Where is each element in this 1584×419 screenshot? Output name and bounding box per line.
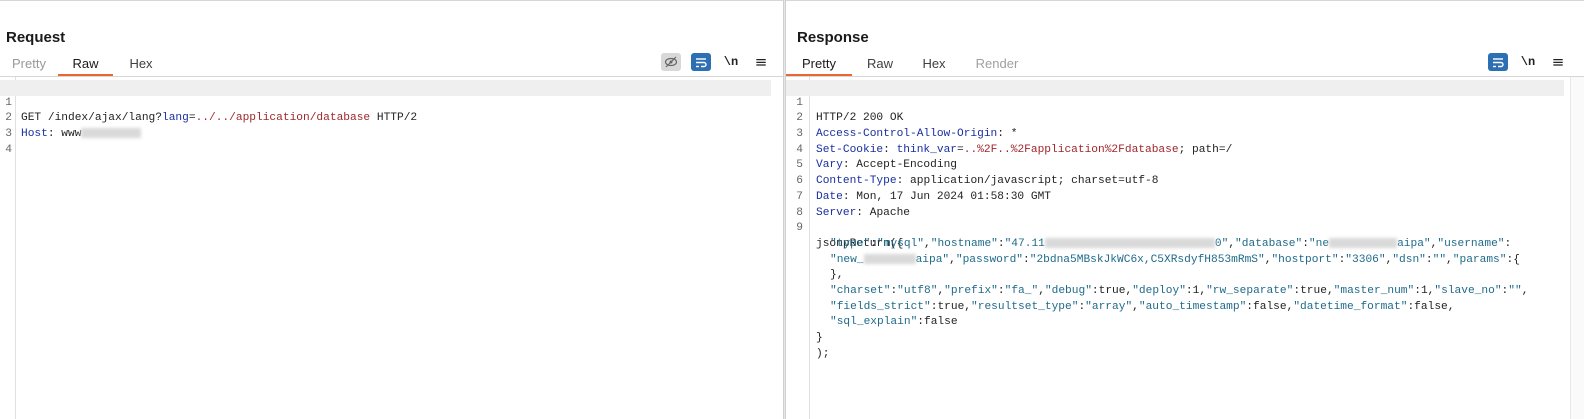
request-line: 2 Host: www — [0, 96, 783, 140]
show-newlines-button[interactable]: \n — [1518, 53, 1538, 71]
response-line: "sql_explain":false — [830, 316, 958, 329]
hide-nonprintable-button[interactable] — [661, 53, 681, 71]
tab-render[interactable]: Render — [960, 53, 1034, 76]
response-pane: Response Pretty Raw Hex Render \n ≡ 1 HT… — [786, 0, 1584, 419]
response-editor[interactable]: 1 HTTP/2 200 OK 2 Access-Control-Allow-O… — [786, 77, 1584, 419]
wrap-icon — [1493, 57, 1504, 67]
response-line: 3 Set-Cookie: think_var=..%2F..%2Fapplic… — [796, 128, 1233, 156]
response-line: "new_ aipa","password":"2bdna5MBskJkWC6x,… — [830, 253, 1520, 266]
response-line: "fields_strict":true,"resultset_type":"a… — [830, 300, 1455, 313]
request-tabs: Pretty Raw Hex — [0, 53, 169, 76]
request-line: 1 GET /index/ajax/lang?lang=../../applic… — [0, 80, 771, 124]
tab-hex[interactable]: Hex — [113, 53, 169, 76]
response-line: 9 jsonpReturn({ — [796, 222, 904, 250]
response-scrollbar[interactable] — [1570, 77, 1584, 419]
tab-pretty[interactable]: Pretty — [786, 53, 852, 76]
response-line: 1 HTTP/2 200 OK — [786, 80, 1564, 124]
request-line: 4 — [5, 143, 12, 156]
response-line: 2 Access-Control-Allow-Origin: * — [796, 112, 1018, 141]
response-line: 6 Date: Mon, 17 Jun 2024 01:58:30 GMT — [796, 175, 1051, 203]
tab-pretty[interactable]: Pretty — [0, 53, 58, 76]
response-line: 5 Content-Type: application/javascript; … — [796, 159, 1159, 188]
request-title: Request — [6, 29, 66, 46]
request-pane: Request Pretty Raw Hex \n ≡ 1 GET /index… — [0, 0, 783, 419]
request-editor[interactable]: 1 GET /index/ajax/lang?lang=../../applic… — [0, 77, 783, 419]
wrap-icon — [696, 57, 707, 67]
request-line: 3 — [5, 128, 12, 141]
response-line: ); — [816, 347, 830, 360]
show-newlines-button[interactable]: \n — [721, 53, 741, 71]
response-line: 4 Vary: Accept-Encoding — [796, 143, 958, 172]
word-wrap-button[interactable] — [1488, 53, 1508, 71]
response-toolbar: \n ≡ — [1488, 53, 1568, 71]
response-line: 7 Server: Apache — [796, 190, 911, 219]
response-line: }, — [830, 269, 844, 282]
tab-raw[interactable]: Raw — [58, 53, 113, 76]
request-toolbar: \n ≡ — [661, 53, 771, 71]
response-line: 8 — [796, 206, 803, 219]
tab-hex[interactable]: Hex — [908, 53, 960, 76]
eye-slash-icon — [664, 56, 678, 68]
response-tabs: Pretty Raw Hex Render — [786, 53, 1034, 76]
response-line: "charset":"utf8","prefix":"fa_","debug":… — [830, 284, 1529, 297]
response-line: } — [816, 332, 823, 345]
tab-raw[interactable]: Raw — [852, 53, 908, 76]
word-wrap-button[interactable] — [691, 53, 711, 71]
menu-icon[interactable]: ≡ — [1548, 53, 1568, 71]
response-title: Response — [797, 29, 869, 46]
response-line: "type":"mysql","hostname":"47.11 0","data… — [830, 237, 1512, 250]
menu-icon[interactable]: ≡ — [751, 53, 771, 71]
